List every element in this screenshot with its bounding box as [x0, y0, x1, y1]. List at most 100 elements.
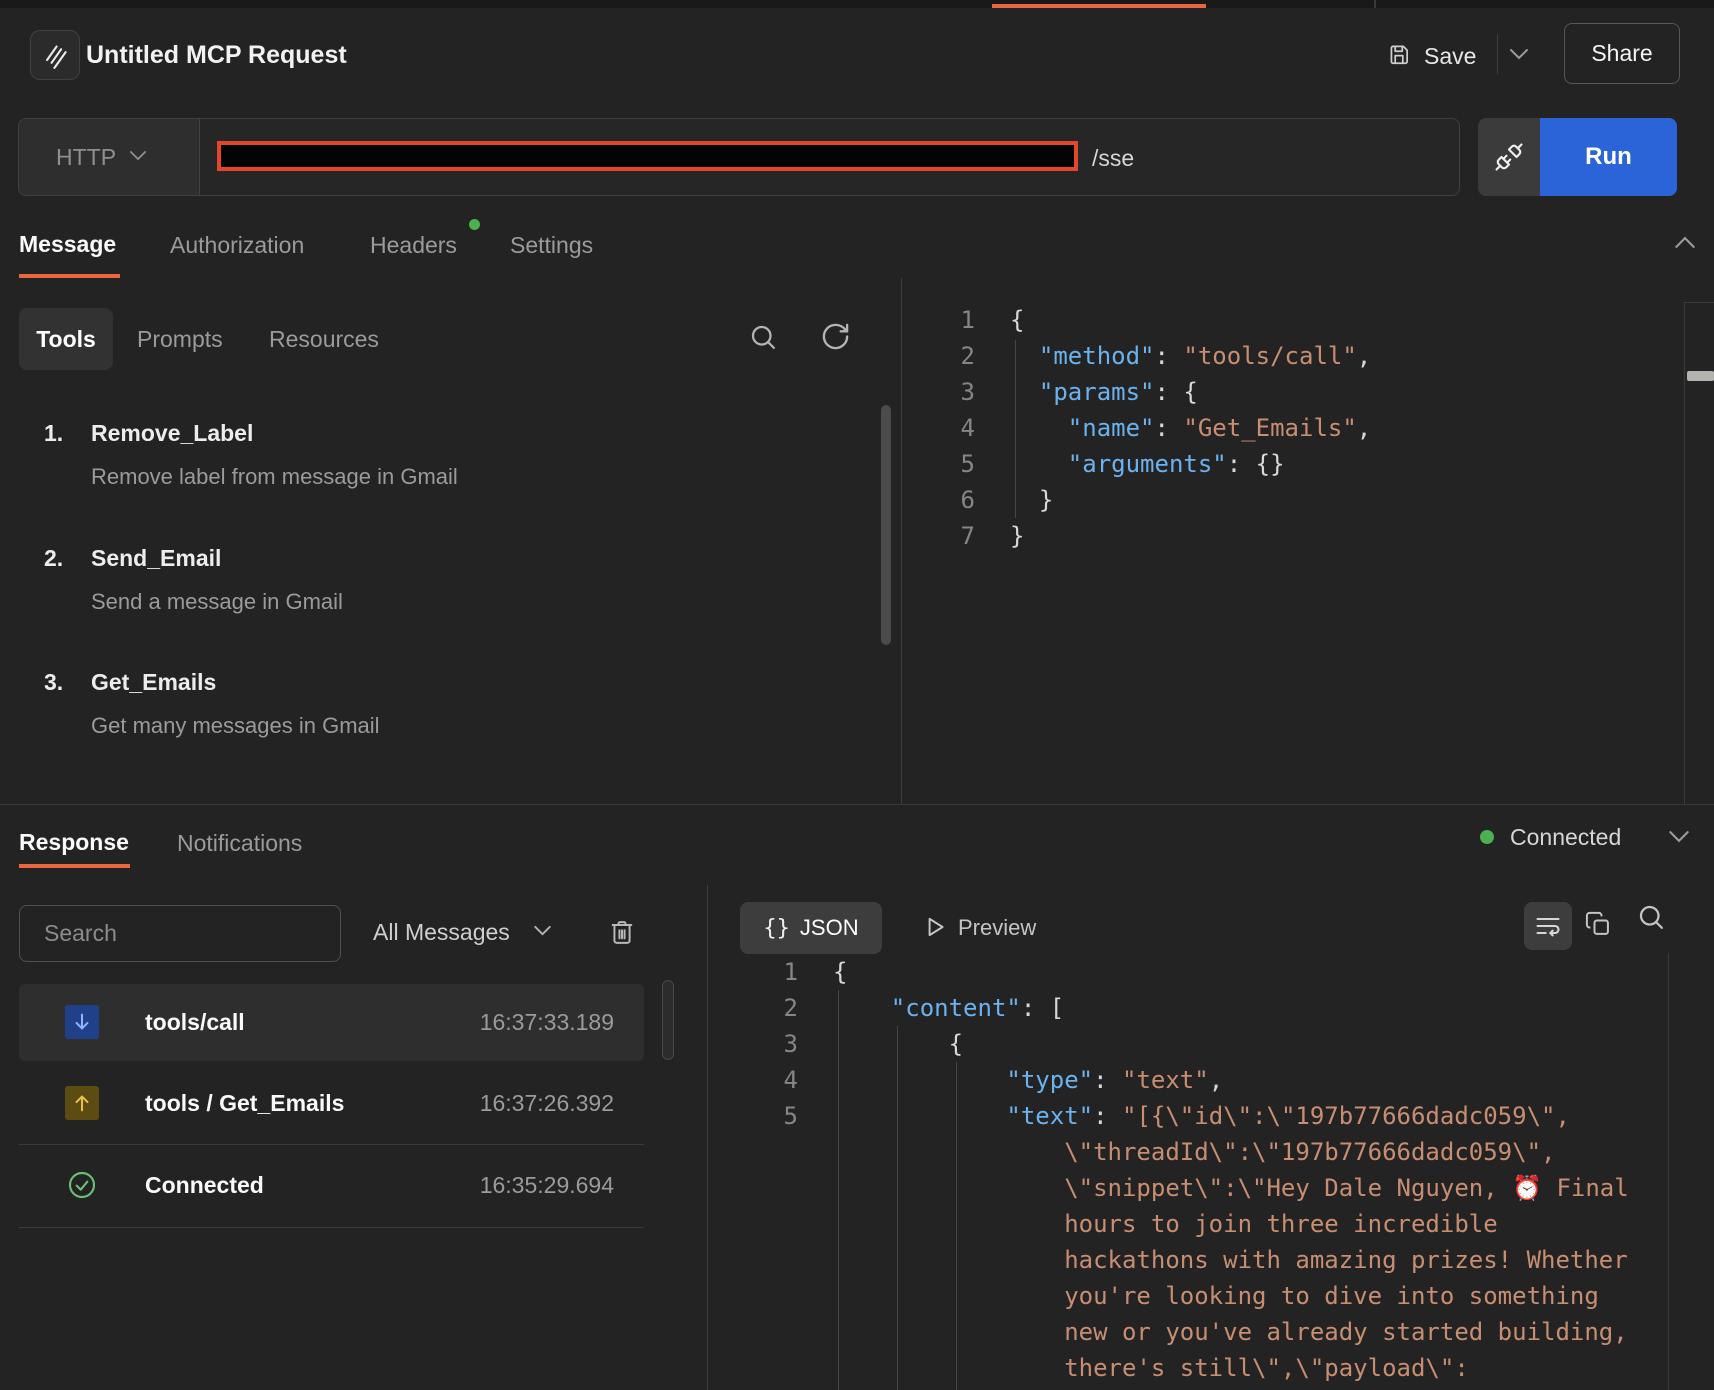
- message-search-box: [19, 905, 341, 962]
- search-tools-icon[interactable]: [748, 322, 778, 352]
- code-line: hackathons with amazing prizes! Whether: [707, 1242, 1667, 1278]
- row-separator: [19, 1144, 644, 1145]
- code-line: you're looking to dive into something: [707, 1278, 1667, 1314]
- connection-chevron-icon[interactable]: [1668, 830, 1690, 843]
- request-editor-scroll-thumb[interactable]: [1687, 371, 1714, 381]
- clear-messages-trash-icon[interactable]: [608, 917, 636, 947]
- tab-tools-label: Tools: [36, 326, 96, 353]
- tab-message[interactable]: Message: [19, 231, 116, 258]
- protocol-select[interactable]: HTTP: [19, 119, 200, 195]
- run-button[interactable]: Run: [1540, 118, 1677, 196]
- code-line: 3 {: [707, 1026, 1667, 1062]
- tools-list-scrollbar[interactable]: [881, 405, 891, 645]
- response-json-viewer[interactable]: 1{2 "content": [3 {4 "type": "text",5 "t…: [707, 954, 1667, 1386]
- code-line: 4 "name": "Get_Emails",: [901, 410, 1681, 446]
- tool-description: Send a message in Gmail: [91, 589, 343, 615]
- collapse-panel-chevron-icon[interactable]: [1674, 236, 1696, 249]
- line-number: 1: [915, 306, 975, 334]
- save-dropdown-chevron-icon[interactable]: [1509, 48, 1529, 60]
- line-number: 3: [915, 378, 975, 406]
- line-number: 2: [738, 994, 798, 1022]
- headers-status-dot: [469, 219, 480, 230]
- braces-icon: {}: [763, 916, 790, 941]
- disconnect-button[interactable]: [1478, 118, 1540, 196]
- line-number: 2: [915, 342, 975, 370]
- tool-item[interactable]: 2.Send_Email Send a message in Gmail: [44, 544, 864, 615]
- view-mode-json-button[interactable]: {} JSON: [740, 902, 882, 954]
- tab-resources[interactable]: Resources: [269, 326, 379, 353]
- protocol-label: HTTP: [56, 144, 116, 170]
- mcp-logo-icon: [42, 42, 69, 69]
- code-line: \"snippet\":\"Hey Dale Nguyen, ⏰ Final: [707, 1170, 1667, 1206]
- connected-check-icon: [65, 1168, 99, 1202]
- refresh-tools-icon[interactable]: [820, 321, 851, 352]
- tab-prompts[interactable]: Prompts: [137, 326, 223, 353]
- incoming-message-icon: [65, 1005, 99, 1039]
- code-line: 5 "arguments": {}: [901, 446, 1681, 482]
- copy-response-icon[interactable]: [1584, 910, 1612, 938]
- tab-authorization[interactable]: Authorization: [170, 232, 304, 259]
- line-number: 4: [915, 414, 975, 442]
- line-number: 1: [738, 958, 798, 986]
- share-button[interactable]: Share: [1564, 23, 1680, 84]
- line-number: 5: [738, 1102, 798, 1130]
- tool-name: Send_Email: [91, 544, 343, 572]
- indent-guide: [838, 990, 839, 1390]
- preview-play-icon[interactable]: [922, 914, 948, 940]
- line-number: 3: [738, 1030, 798, 1058]
- row-separator: [19, 1227, 644, 1228]
- search-input[interactable]: [20, 906, 340, 961]
- tool-item[interactable]: 3.Get_EmailsGet many messages in Gmail: [44, 668, 864, 739]
- tool-name: Get_Emails: [91, 668, 380, 696]
- code-line: 2 "content": [: [707, 990, 1667, 1026]
- code-line: hours to join three incredible: [707, 1206, 1667, 1242]
- message-timestamp: 16:37:33.189: [480, 1009, 614, 1036]
- wrap-text-icon: [1534, 912, 1562, 940]
- view-mode-preview-button[interactable]: Preview: [958, 914, 1036, 941]
- request-title: Untitled MCP Request: [86, 41, 347, 69]
- code-line: new or you've already started building,: [707, 1314, 1667, 1350]
- wrap-text-toggle[interactable]: [1524, 902, 1572, 950]
- search-response-icon[interactable]: [1636, 902, 1666, 932]
- save-button[interactable]: Save: [1424, 43, 1476, 69]
- message-row[interactable]: tools / Get_Emails16:37:26.392: [19, 1065, 644, 1142]
- code-line: \"threadId\":\"197b77666dadc059\",: [707, 1134, 1667, 1170]
- code-line: 2 "method": "tools/call",: [901, 338, 1681, 374]
- unplug-icon: [1494, 142, 1524, 172]
- line-number: 7: [915, 522, 975, 550]
- message-label: tools/call: [145, 1008, 245, 1036]
- request-json-editor[interactable]: 1{2 "method": "tools/call",3 "params": {…: [901, 302, 1681, 554]
- section-divider: [0, 804, 1714, 805]
- tool-index: 1.: [44, 419, 91, 490]
- tool-description: Remove label from message in Gmail: [91, 464, 458, 490]
- tab-response[interactable]: Response: [19, 829, 129, 856]
- outgoing-message-icon: [65, 1086, 99, 1120]
- save-split-divider: [1497, 34, 1498, 74]
- filter-chevron-icon[interactable]: [533, 925, 552, 936]
- tool-index: 2.: [44, 544, 91, 615]
- json-label: JSON: [800, 915, 859, 941]
- tab-notifications[interactable]: Notifications: [177, 830, 302, 857]
- window-tab-strip: [0, 0, 1714, 8]
- code-line: 1{: [901, 302, 1681, 338]
- tab-strip-divider: [1374, 0, 1376, 8]
- request-editor-scroll-cap: [1684, 302, 1714, 303]
- code-line: 6 }: [901, 482, 1681, 518]
- response-viewer-scroll-track: [1668, 953, 1669, 1390]
- indent-guide: [897, 1026, 898, 1390]
- connection-status: Connected: [1510, 824, 1621, 851]
- mcp-logo-button[interactable]: [30, 30, 80, 80]
- message-filter-dropdown[interactable]: All Messages: [373, 919, 510, 946]
- code-line: there's still\",\"payload\":: [707, 1350, 1667, 1386]
- tab-settings[interactable]: Settings: [510, 232, 593, 259]
- tab-tools[interactable]: Tools: [19, 308, 113, 370]
- message-list-scrollbar[interactable]: [662, 980, 674, 1060]
- code-line: 7}: [901, 518, 1681, 554]
- line-number: 5: [915, 450, 975, 478]
- tool-item[interactable]: 1.Remove_LabelRemove label from message …: [44, 419, 864, 490]
- message-row[interactable]: Connected16:35:29.694: [19, 1147, 644, 1224]
- url-suffix: /sse: [1092, 145, 1134, 171]
- message-row[interactable]: tools/call 16:37:33.189: [19, 984, 644, 1061]
- tab-headers[interactable]: Headers: [370, 232, 457, 259]
- code-line: 1{: [707, 954, 1667, 990]
